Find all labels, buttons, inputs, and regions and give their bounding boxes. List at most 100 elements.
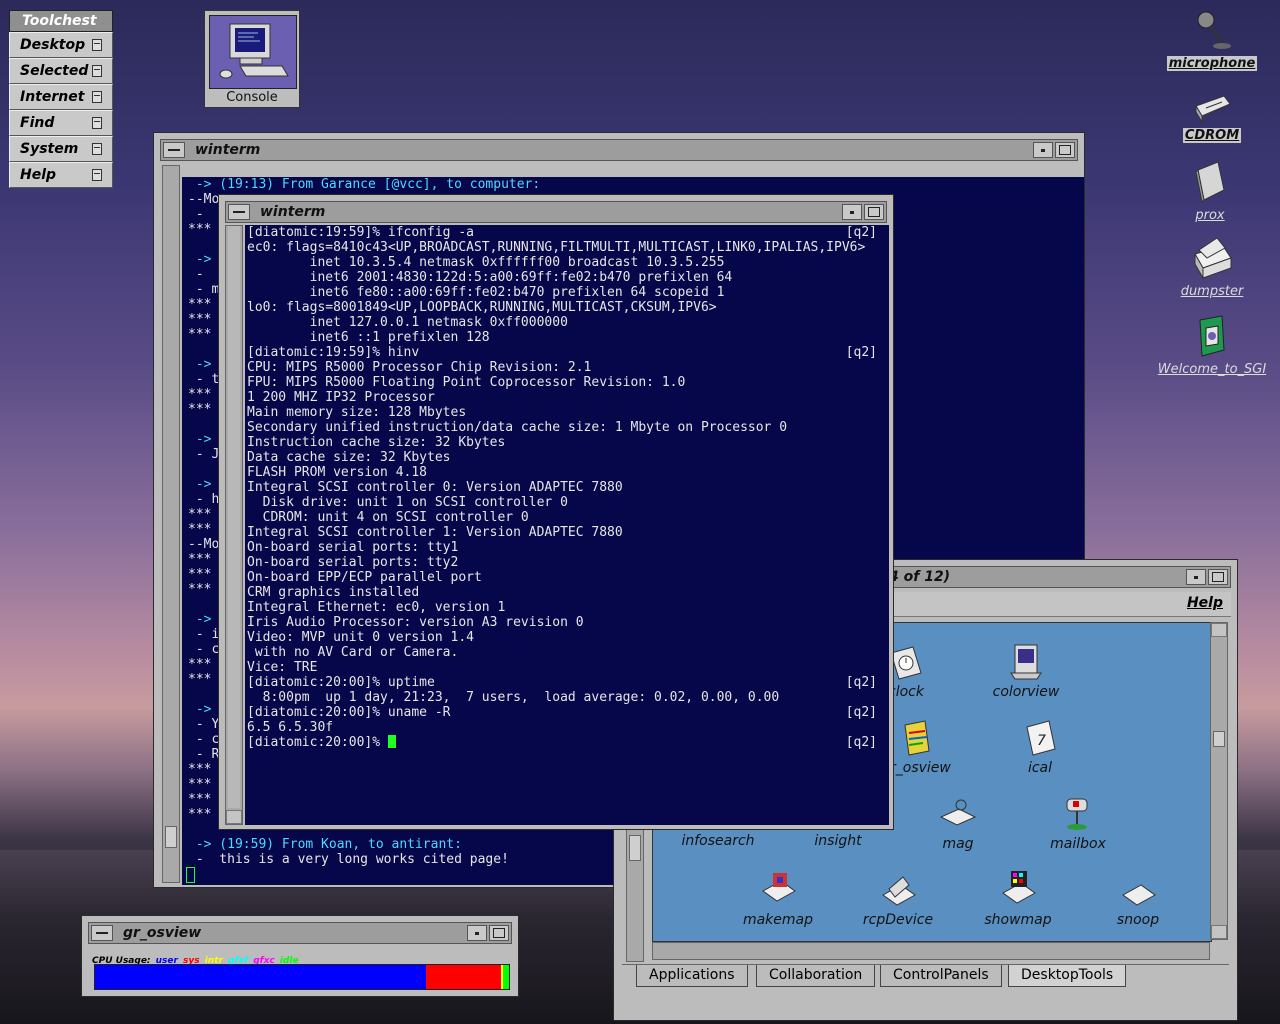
terminal-line-text: Integral SCSI controller 1: Version ADAP… xyxy=(247,525,623,540)
menu-icon xyxy=(92,91,102,103)
terminal-line: inet6 2001:4830:122d:5:a00:69ff:fe02:b47… xyxy=(247,270,889,285)
catalog-item-mag[interactable]: mag xyxy=(903,795,1013,852)
console-desktop-icon[interactable]: Console xyxy=(204,10,300,108)
welcome-desktop-icon[interactable]: Welcome_to_SGI xyxy=(1152,314,1272,377)
window-title: gr_osview xyxy=(123,925,202,941)
terminal-line-text: On-board serial ports: tty2 xyxy=(247,555,459,570)
tab-controlpanels[interactable]: ControlPanels xyxy=(880,965,1002,987)
catalog-item-rcpdevice[interactable]: rcpDevice xyxy=(843,871,953,928)
terminal-line: 6.5 6.5.30f xyxy=(247,720,889,735)
front-winterm-titlebar[interactable]: winterm xyxy=(225,201,887,223)
welcome-icon xyxy=(1199,315,1225,357)
terminal-line-text: Integral Ethernet: ec0, version 1 xyxy=(247,600,506,615)
terminal-line: [diatomic:19:59]% ifconfig -a [q2] xyxy=(247,225,889,240)
window-menu-button[interactable] xyxy=(91,925,113,941)
catalog-right-scrollbar[interactable] xyxy=(1210,622,1228,940)
mag-icon xyxy=(939,795,977,833)
catalog-item-colorview[interactable]: colorview xyxy=(971,643,1081,700)
front-winterm-terminal[interactable]: [diatomic:19:59]% ifconfig -a [q2] ec0: fl… xyxy=(245,225,889,825)
terminal-line-text: Video: MVP unit 0 version 1.4 xyxy=(247,630,474,645)
catalog-item-snoop[interactable]: snoop xyxy=(1083,871,1193,928)
prox-label: prox xyxy=(1195,208,1225,223)
minimize-button[interactable] xyxy=(1186,569,1206,585)
catalog-item-makemap[interactable]: makemap xyxy=(723,871,833,928)
help-menu[interactable]: Help xyxy=(1187,595,1223,611)
terminal-line: Integral SCSI controller 1: Version ADAP… xyxy=(247,525,889,540)
maximize-button[interactable] xyxy=(864,204,884,220)
scroll-thumb[interactable] xyxy=(1213,731,1225,747)
catalog-item-showmap[interactable]: showmap xyxy=(963,871,1073,928)
catalog-item-infosearch[interactable]: infosearch xyxy=(663,833,773,849)
snoop-icon xyxy=(1119,871,1157,909)
gr-osview-window[interactable]: gr_osview CPU Usage: user sys intr gfxf … xyxy=(81,915,519,997)
prox-desktop-icon[interactable]: prox xyxy=(1180,160,1240,223)
maximize-button[interactable] xyxy=(489,925,509,941)
terminal-line-text: [diatomic:20:00]% uname -R xyxy=(247,705,451,720)
toolchest-help[interactable]: Help xyxy=(9,162,113,188)
terminal-line: On-board EPP/ECP parallel port xyxy=(247,570,889,585)
catalog-label: ical xyxy=(1027,760,1053,776)
tab-collaboration[interactable]: Collaboration xyxy=(756,965,876,987)
toolchest-system[interactable]: System xyxy=(9,136,113,162)
microphone-label: microphone xyxy=(1166,56,1258,71)
minimize-button[interactable] xyxy=(842,204,862,220)
terminal-line-text: with no AV Card or Camera. xyxy=(247,645,459,660)
terminal-line: [diatomic:19:59]% hinv [q2] xyxy=(247,345,889,360)
tab-applications[interactable]: Applications xyxy=(636,965,748,987)
window-title: winterm xyxy=(260,204,326,220)
terminal-line: [diatomic:20:00]% uptime [q2] xyxy=(247,675,889,690)
scroll-down-arrow[interactable] xyxy=(1211,925,1227,939)
terminal-line-text: [diatomic:19:59]% hinv xyxy=(247,345,420,360)
catalog-hscrollbar[interactable] xyxy=(652,942,1210,960)
maximize-button[interactable] xyxy=(1055,142,1075,158)
back-winterm-scrollbar[interactable] xyxy=(162,165,180,883)
terminal-line: Disk drive: unit 1 on SCSI controller 0 xyxy=(247,495,889,510)
terminal-line: FPU: MIPS R5000 Floating Point Coprocess… xyxy=(247,375,889,390)
terminal-line: lo0: flags=8001849<UP,LOOPBACK,RUNNING,M… xyxy=(247,300,889,315)
catalog-label: mag xyxy=(942,836,974,852)
toolchest-label: Desktop xyxy=(20,37,86,53)
menu-icon xyxy=(92,169,102,181)
front-winterm-scrollbar[interactable] xyxy=(225,225,243,825)
catalog-label: mailbox xyxy=(1050,836,1106,852)
mailbox-icon xyxy=(1059,795,1097,833)
window-menu-button[interactable] xyxy=(163,142,185,158)
window-menu-button[interactable] xyxy=(228,204,250,220)
window-title-fragment: 4 of 12) xyxy=(889,569,951,585)
scroll-up-arrow[interactable] xyxy=(1211,623,1227,637)
catalog-item-mailbox[interactable]: mailbox xyxy=(1023,795,1133,852)
front-winterm-window[interactable]: winterm [diatomic:19:59]% ifconfig -a [q2… xyxy=(218,194,894,830)
toolchest-label: Selected xyxy=(20,63,89,79)
microphone-desktop-icon[interactable]: microphone xyxy=(1166,8,1258,71)
prompt-tag: [q2] xyxy=(845,345,877,360)
back-winterm-titlebar[interactable]: winterm xyxy=(160,139,1078,161)
cdrom-desktop-icon[interactable]: CDROM xyxy=(1172,92,1252,143)
scroll-thumb[interactable] xyxy=(629,835,641,861)
catalog-label: colorview xyxy=(992,684,1060,700)
terminal-line-text: 1 200 MHZ IP32 Processor xyxy=(247,390,435,405)
terminal-line: 1 200 MHZ IP32 Processor xyxy=(247,390,889,405)
menu-icon xyxy=(92,65,102,77)
dumpster-desktop-icon[interactable]: dumpster xyxy=(1176,234,1248,299)
toolchest-internet[interactable]: Internet xyxy=(9,84,113,110)
scroll-thumb[interactable] xyxy=(165,826,177,848)
tab-desktoptools[interactable]: DesktopTools xyxy=(1008,965,1127,987)
minimize-button[interactable] xyxy=(1033,142,1053,158)
toolchest-selected[interactable]: Selected xyxy=(9,58,113,84)
toolchest-label: System xyxy=(20,141,79,157)
toolchest-desktop[interactable]: Desktop xyxy=(9,32,113,58)
toolchest-find[interactable]: Find xyxy=(9,110,113,136)
microphone-icon xyxy=(1197,11,1231,49)
maximize-button[interactable] xyxy=(1208,569,1228,585)
scroll-down-arrow[interactable] xyxy=(226,810,242,824)
catalog-item-insight[interactable]: insight xyxy=(783,833,893,849)
gr-osview-titlebar[interactable]: gr_osview xyxy=(88,922,512,944)
terminal-line-text: Main memory size: 128 Mbytes xyxy=(247,405,467,420)
showmap-icon xyxy=(999,871,1037,909)
scroll-thumb[interactable] xyxy=(228,226,240,808)
terminal-cursor xyxy=(186,867,195,883)
minimize-button[interactable] xyxy=(467,925,487,941)
catalog-item-ical[interactable]: 7 ical xyxy=(995,719,1085,776)
terminal-line: inet 127.0.0.1 netmask 0xff000000 xyxy=(247,315,889,330)
cdrom-label: CDROM xyxy=(1182,128,1242,143)
